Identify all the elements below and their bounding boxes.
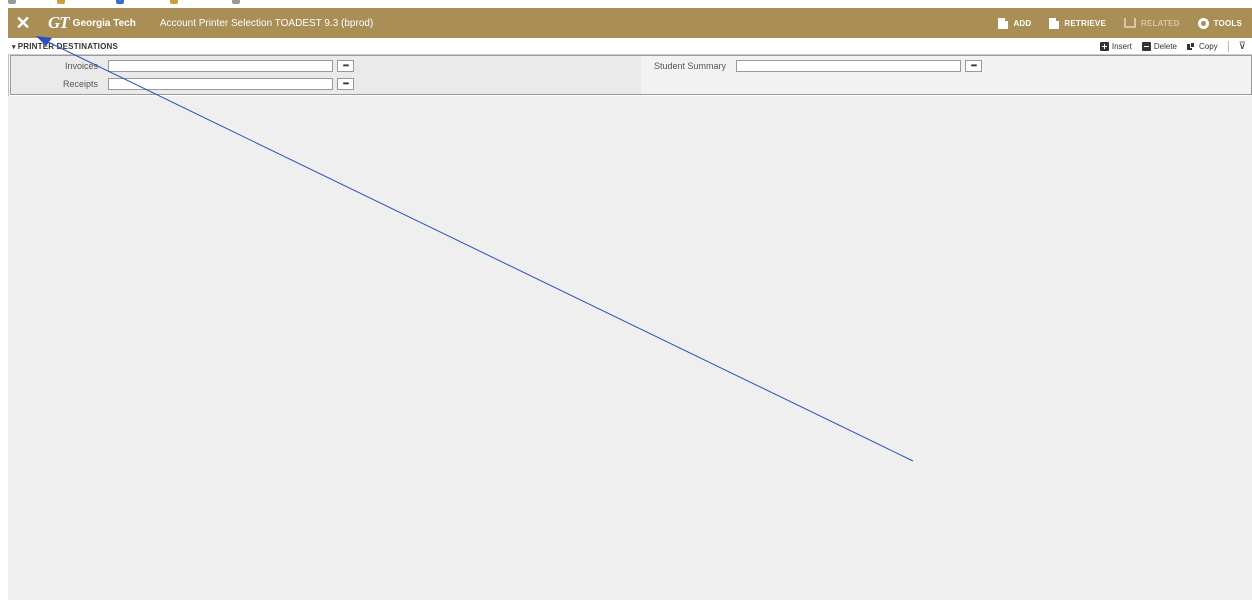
delete-icon — [1141, 41, 1151, 51]
invoices-input[interactable] — [108, 60, 333, 72]
receipts-lookup-button[interactable]: ••• — [337, 78, 354, 90]
section-title: PRINTER DESTINATIONS — [17, 41, 119, 51]
georgia-tech-logo[interactable]: GT Georgia Tech — [48, 13, 136, 33]
insert-icon — [1099, 41, 1109, 51]
add-label: ADD — [1013, 18, 1032, 28]
insert-label: Insert — [1111, 41, 1132, 51]
student-summary-row: Student Summary ••• — [651, 60, 982, 72]
student-summary-input[interactable] — [736, 60, 961, 72]
retrieve-doc-icon — [1049, 17, 1060, 29]
section-header: ▾ PRINTER DESTINATIONS Insert Delete Copy… — [8, 38, 1252, 55]
invoices-lookup-button[interactable]: ••• — [337, 60, 354, 72]
delete-button[interactable]: Delete — [1141, 41, 1177, 51]
add-doc-icon — [998, 17, 1009, 29]
gt-logo-mark: GT — [48, 13, 70, 32]
receipts-row: Receipts ••• — [11, 78, 354, 90]
invoices-label: Invoices — [64, 61, 98, 71]
copy-button[interactable]: Copy — [1186, 41, 1218, 51]
related-label: RELATED — [1140, 18, 1180, 28]
add-button[interactable]: ADD — [998, 17, 1032, 29]
related-button[interactable]: RELATED — [1123, 18, 1180, 28]
tools-label: TOOLS — [1213, 18, 1242, 28]
close-icon: ✕ — [15, 12, 31, 33]
filter-icon[interactable]: ⊽ — [1239, 41, 1246, 52]
gear-icon — [1197, 17, 1209, 29]
invoices-row: Invoices ••• — [11, 60, 354, 72]
copy-label: Copy — [1198, 41, 1218, 51]
close-button[interactable]: ✕ — [8, 8, 38, 38]
main-content-area — [8, 96, 1252, 600]
app-header: ✕ GT Georgia Tech Account Printer Select… — [8, 8, 1252, 38]
student-summary-label: Student Summary — [653, 61, 726, 71]
header-actions: ADD RETRIEVE RELATED TOOLS — [998, 17, 1252, 29]
retrieve-label: RETRIEVE — [1064, 18, 1106, 28]
toolbar-divider — [1227, 40, 1229, 52]
receipts-input[interactable] — [108, 78, 333, 90]
retrieve-button[interactable]: RETRIEVE — [1049, 17, 1106, 29]
printer-destinations-form: Invoices ••• Receipts ••• Student Summar… — [10, 55, 1252, 95]
logo-text: Georgia Tech — [72, 17, 136, 29]
receipts-label: Receipts — [62, 79, 98, 89]
student-summary-lookup-button[interactable]: ••• — [965, 60, 982, 72]
delete-label: Delete — [1153, 41, 1177, 51]
bookmarks-bar — [0, 0, 1252, 8]
section-toggle[interactable]: ▾ PRINTER DESTINATIONS — [8, 42, 118, 51]
related-tree-icon — [1123, 18, 1136, 28]
caret-down-icon: ▾ — [12, 43, 16, 51]
insert-button[interactable]: Insert — [1099, 41, 1132, 51]
tools-button[interactable]: TOOLS — [1197, 17, 1242, 29]
page-title: Account Printer Selection TOADEST 9.3 (b… — [159, 17, 374, 29]
section-tools: Insert Delete Copy ⊽ — [1099, 40, 1252, 52]
copy-icon — [1186, 42, 1196, 50]
